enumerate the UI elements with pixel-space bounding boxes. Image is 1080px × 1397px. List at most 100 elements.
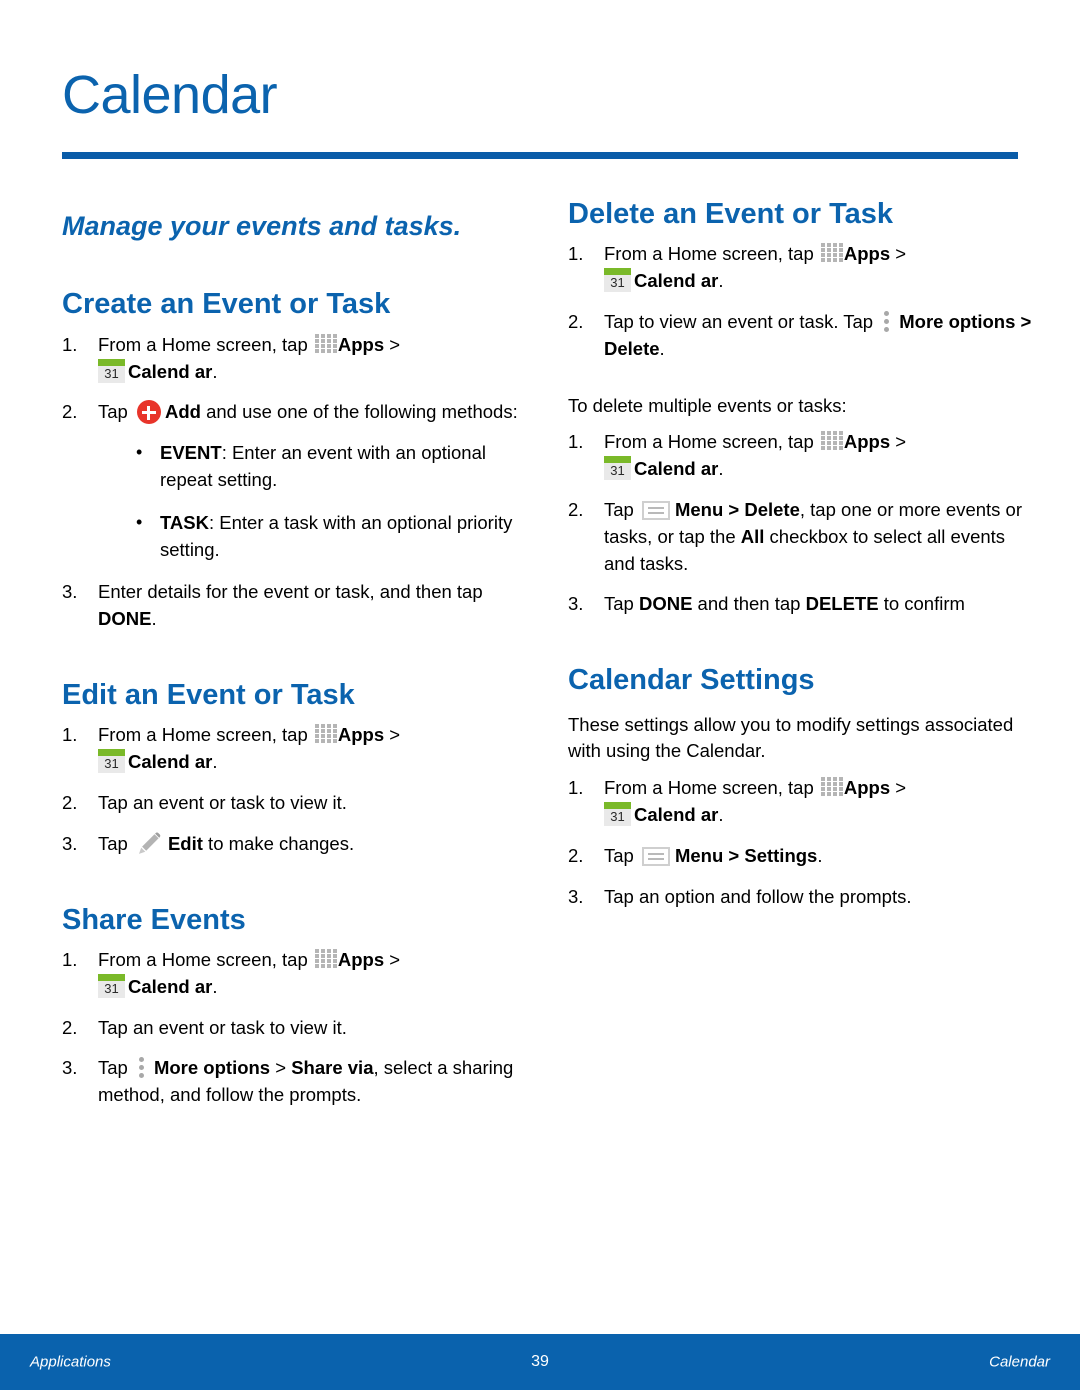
step-text: Tap xyxy=(98,832,133,854)
calendar-label: Calend ar xyxy=(634,458,719,480)
period: . xyxy=(212,751,218,773)
step-number: 3. xyxy=(568,593,584,615)
page-title: Calendar xyxy=(62,65,278,125)
section-heading: Delete an Event or Task xyxy=(568,198,894,230)
add-label: Add xyxy=(164,401,201,423)
period: . xyxy=(212,975,218,997)
separator: > xyxy=(1015,310,1032,332)
done-label: DONE xyxy=(98,608,152,630)
step-item: 2. Tap Menu > Delete, tap one or more eve… xyxy=(568,497,1038,577)
section-create-event-or-task: Create an Event or Task 1. From a Home sc… xyxy=(62,288,532,633)
calendar-31-icon: 31 xyxy=(604,268,631,293)
step-text-cont: and use one of the following methods: xyxy=(200,401,518,423)
apps-label: Apps xyxy=(337,948,385,970)
step-text: From a Home screen, tap xyxy=(604,243,819,265)
calendar-31-icon: 31 xyxy=(98,749,125,774)
step-item: 3. Tap Edit to make changes. xyxy=(62,831,532,858)
edit-label: Edit xyxy=(167,832,203,854)
apps-grid-icon xyxy=(820,431,843,451)
period: . xyxy=(718,804,724,826)
step-item: 2. Tap Menu > Settings. xyxy=(568,843,1038,870)
step-number: 2. xyxy=(568,844,584,866)
step-item: 1. From a Home screen, tap Apps > 31 Calen… xyxy=(62,332,532,386)
separator: > xyxy=(890,431,907,453)
step-text: From a Home screen, tap xyxy=(98,948,313,970)
bullet-list: EVENT: Enter an event with an optional r… xyxy=(98,439,532,563)
calendar-label: Calend ar xyxy=(128,751,213,773)
done-label: DONE xyxy=(638,593,693,615)
step-item: 1. From a Home screen, tap Apps > 31 Calen… xyxy=(568,775,1038,829)
step-number: 3. xyxy=(62,581,78,603)
period: . xyxy=(718,270,724,292)
step-item: 1. From a Home screen, tap Apps > 31 Calen… xyxy=(568,241,1038,295)
separator: > xyxy=(270,1057,292,1079)
menu-settings-label: Menu > Settings xyxy=(674,844,818,866)
apps-label: Apps xyxy=(843,777,891,799)
section-calendar-settings: Calendar Settings These settings allow y… xyxy=(568,664,1038,910)
more-options-label: More options xyxy=(899,310,1016,332)
delete-label: Delete xyxy=(604,337,660,359)
step-text-end: to confirm xyxy=(878,593,965,615)
step-number: 3. xyxy=(568,885,584,907)
more-options-label: More options xyxy=(153,1057,271,1079)
section-heading: Calendar Settings xyxy=(568,664,815,697)
calendar-31-icon: 31 xyxy=(604,456,631,481)
section-delete-event-or-task: Delete an Event or Task 1. From a Home sc… xyxy=(568,198,1038,618)
period: . xyxy=(817,844,823,866)
step-item: 3. Tap an option and follow the prompts. xyxy=(568,884,1038,911)
step-number: 2. xyxy=(568,499,584,521)
apps-label: Apps xyxy=(337,724,385,746)
step-number: 3. xyxy=(62,1057,78,1079)
step-item: 2. Tap to view an event or task. Tap More… xyxy=(568,309,1038,363)
apps-label: Apps xyxy=(337,333,385,355)
separator: > xyxy=(384,724,401,746)
calendar-label: Calend ar xyxy=(128,360,213,382)
step-item: 2. Tap Add and use one of the following m… xyxy=(62,399,532,563)
apps-grid-icon xyxy=(820,243,843,263)
steps-list: 1. From a Home screen, tap Apps > 31 Calen… xyxy=(62,332,532,633)
page-footer: Applications 39 Calendar xyxy=(0,1334,1080,1390)
add-plus-icon xyxy=(136,400,161,425)
bullet-label: EVENT xyxy=(160,442,222,464)
step-number: 1. xyxy=(62,948,78,970)
step-item: 3. Tap DONE and then tap DELETE to confir… xyxy=(568,591,1038,618)
period: . xyxy=(718,458,724,480)
settings-intro: These settings allow you to modify setti… xyxy=(568,713,1014,762)
calendar-label: Calend ar xyxy=(634,804,719,826)
tagline: Manage your events and tasks. xyxy=(62,211,462,241)
apps-grid-icon xyxy=(314,948,337,969)
step-text: Tap to view an event or task. Tap xyxy=(604,310,879,332)
all-label: All xyxy=(740,525,765,547)
calendar-label: Calend ar xyxy=(634,270,719,292)
apps-label: Apps xyxy=(843,243,891,265)
bullet-text: : Enter a task with an optional priority… xyxy=(160,511,513,560)
step-item: 3. Tap More options > Share via, select a… xyxy=(62,1055,532,1109)
step-text: Tap xyxy=(98,1057,133,1079)
menu-delete-label: Menu > Delete xyxy=(674,499,800,521)
step-text: Tap xyxy=(604,593,639,615)
step-number: 3. xyxy=(62,832,78,854)
steps-list: 1. From a Home screen, tap Apps > 31 Calen… xyxy=(568,775,1038,910)
more-options-icon xyxy=(138,1055,146,1079)
section-share-events: Share Events 1. From a Home screen, tap A… xyxy=(62,904,532,1109)
calendar-icon-day: 31 xyxy=(610,809,625,825)
calendar-icon-day: 31 xyxy=(610,463,625,479)
step-text: From a Home screen, tap xyxy=(604,431,819,453)
calendar-icon-day: 31 xyxy=(104,756,119,772)
step-number: 2. xyxy=(62,792,78,814)
calendar-icon-day: 31 xyxy=(610,275,625,291)
section-heading: Create an Event or Task xyxy=(62,288,391,321)
separator: > xyxy=(890,777,907,799)
separator: > xyxy=(384,948,401,970)
separator: > xyxy=(890,243,907,265)
step-number: 1. xyxy=(568,777,584,799)
separator: > xyxy=(384,333,401,355)
calendar-31-icon: 31 xyxy=(98,973,125,998)
calendar-icon-day: 31 xyxy=(104,365,119,381)
apps-grid-icon xyxy=(820,777,843,797)
edit-pencil-icon xyxy=(136,832,162,856)
calendar-31-icon: 31 xyxy=(604,802,631,827)
bullet-label: TASK xyxy=(160,511,209,533)
bullet-item: EVENT: Enter an event with an optional r… xyxy=(130,439,532,494)
step-text: Tap an option and follow the prompts. xyxy=(604,885,912,907)
